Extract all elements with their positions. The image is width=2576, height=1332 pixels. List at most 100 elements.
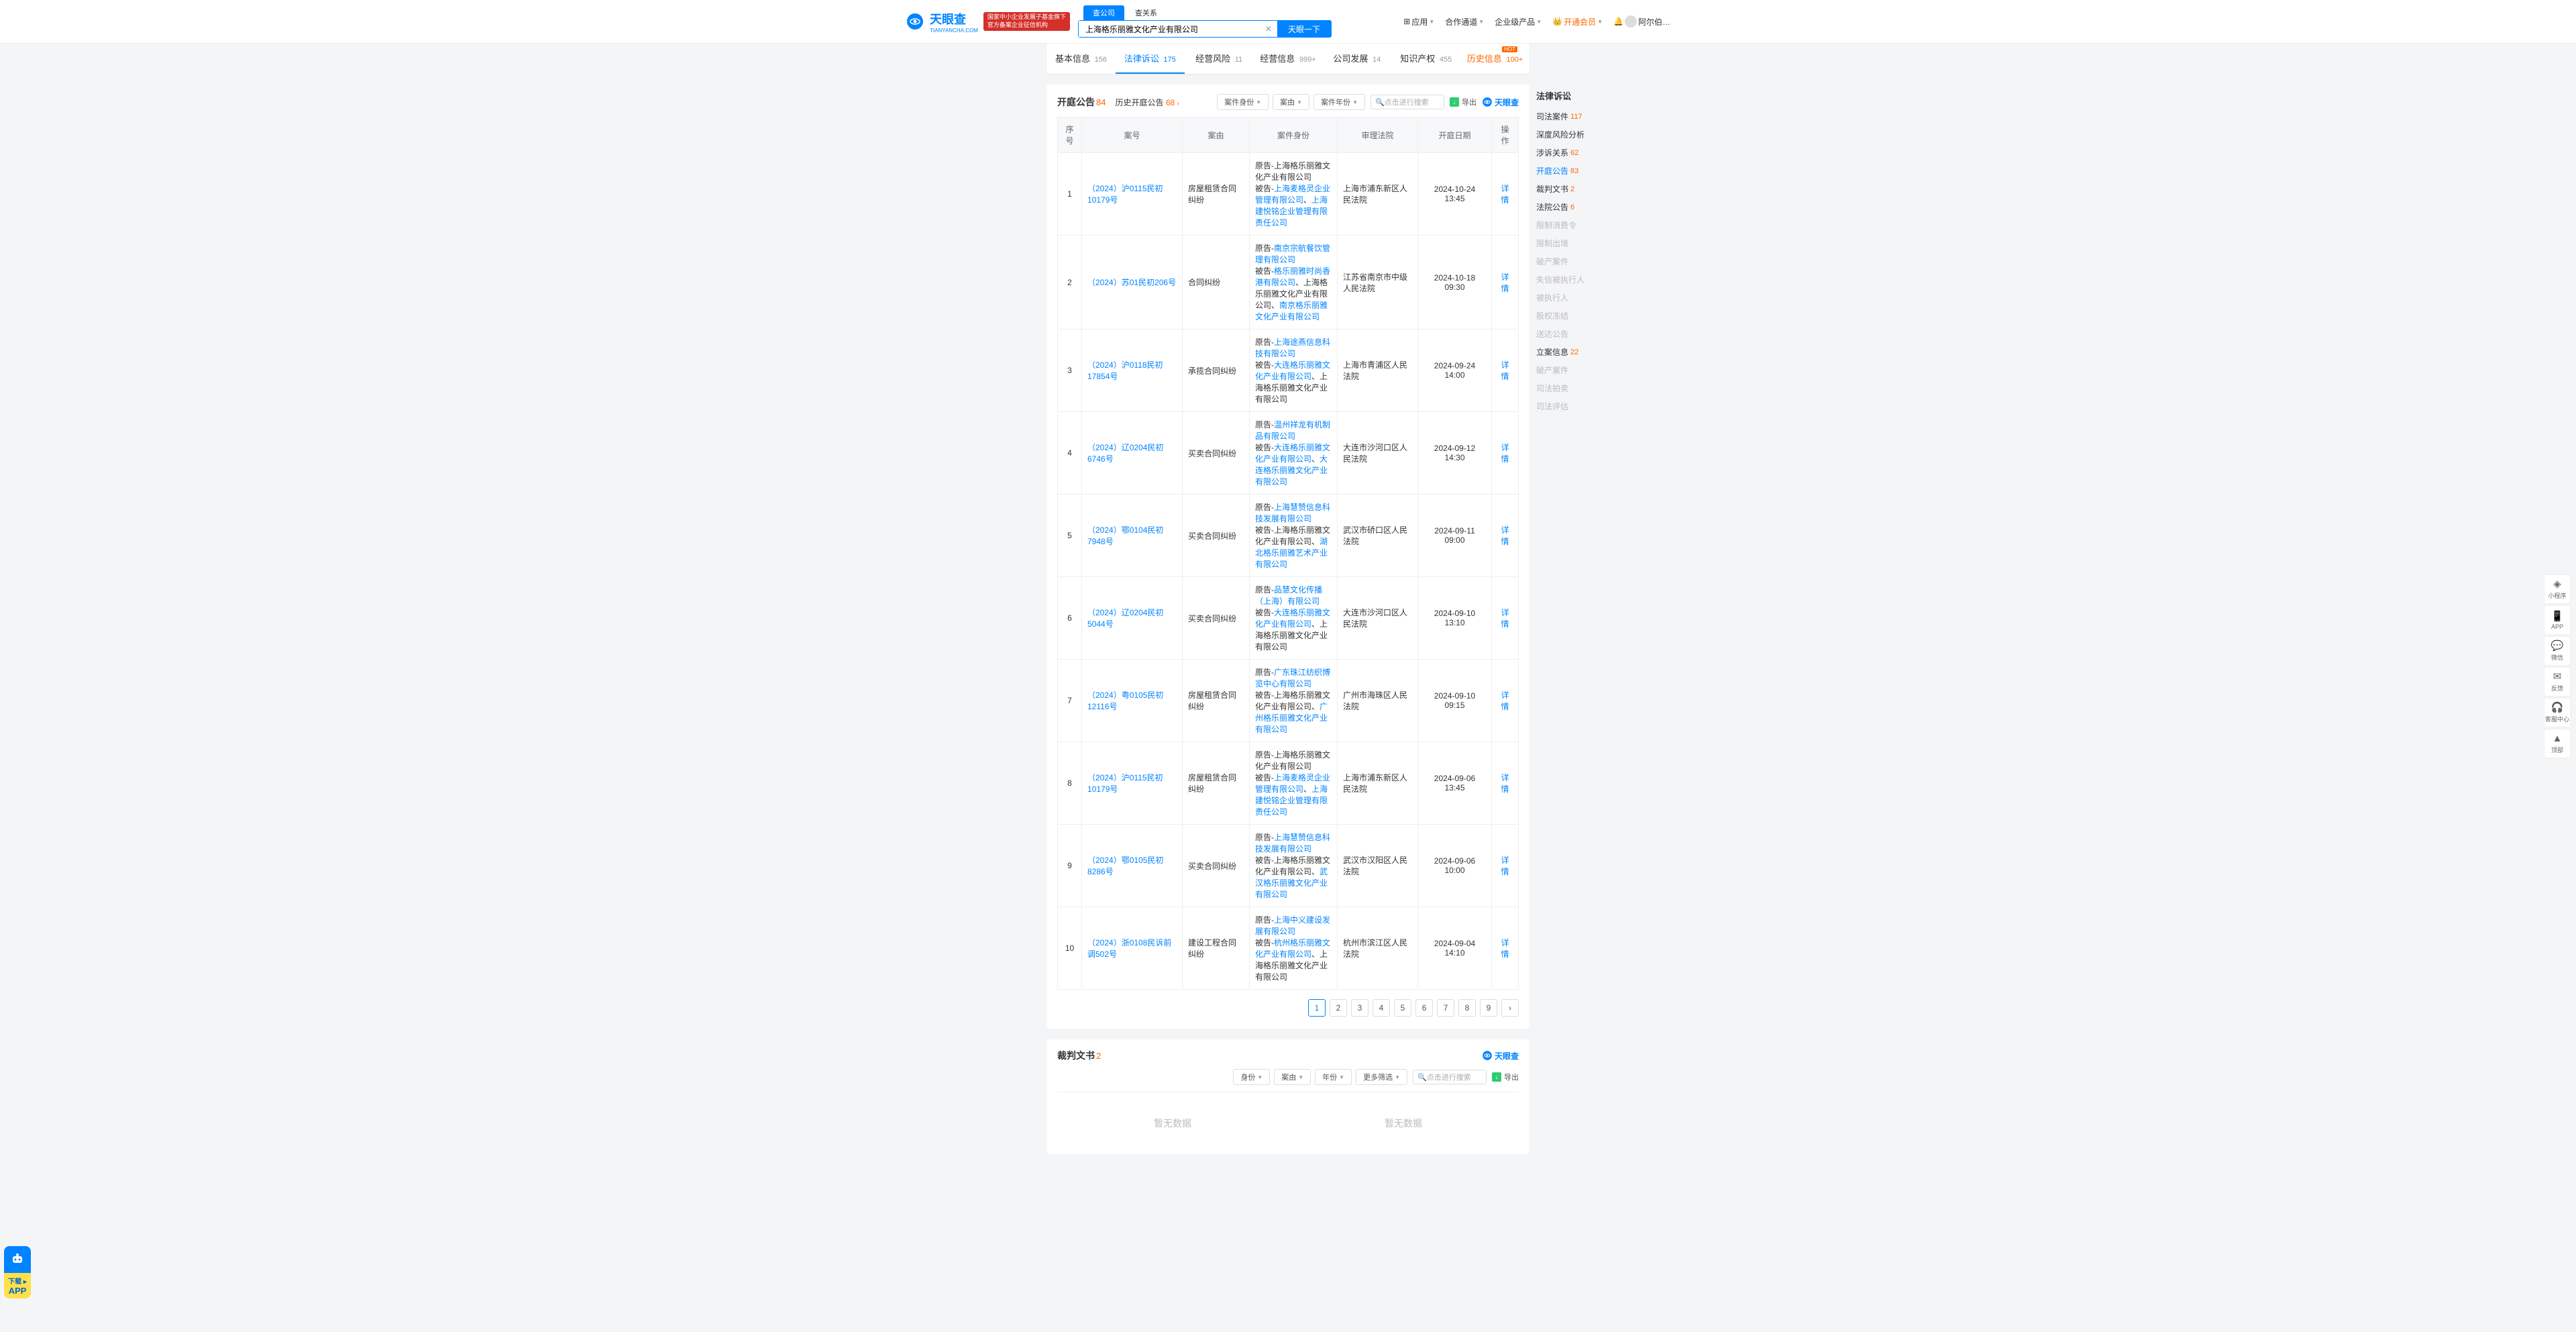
page-button[interactable]: 5: [1394, 999, 1411, 1017]
detail-link[interactable]: 详情: [1501, 856, 1509, 876]
app-download-float[interactable]: 下载 ▸ APP: [4, 1246, 31, 1298]
export-button[interactable]: ↓ 导出: [1492, 1072, 1519, 1082]
pagination: 123456789›: [1057, 990, 1519, 1029]
chevron-down-icon: ▼: [1597, 19, 1603, 25]
court-announcement-table: 序号案号案由案件身份审理法院开庭日期操作 1（2024）沪0115民初10179…: [1057, 117, 1519, 990]
logo-area: 天眼查 TIANYANCHA.COM 国家中小企业发展子基金旗下 官方备案企业征…: [906, 10, 1070, 34]
category-tab[interactable]: 基本信息 156: [1046, 44, 1116, 74]
filter-dropdown[interactable]: 案由 ▼: [1273, 94, 1309, 110]
case-number-link[interactable]: （2024）沪0115民初10179号: [1087, 184, 1163, 205]
sidebar-anchor-item[interactable]: 涉诉关系62: [1536, 144, 1623, 162]
filter-dropdown[interactable]: 更多筛选 ▼: [1356, 1069, 1407, 1085]
clear-icon[interactable]: ✕: [1260, 21, 1277, 37]
detail-link[interactable]: 详情: [1501, 690, 1509, 711]
bell-icon[interactable]: 🔔: [1613, 17, 1623, 26]
export-button[interactable]: ↓ 导出: [1450, 97, 1477, 107]
case-parties: 原告-上海中义建设发展有限公司被告-杭州格乐丽雅文化产业有限公司、上海格乐丽雅文…: [1250, 907, 1338, 990]
court-date: 2024-09-04 14:10: [1418, 907, 1492, 990]
filter-dropdown[interactable]: 案由 ▼: [1274, 1069, 1311, 1085]
case-number-link[interactable]: （2024）浙0108民诉前调502号: [1087, 938, 1171, 959]
sidebar-anchor-item[interactable]: 法院公告6: [1536, 198, 1623, 216]
case-number-link[interactable]: （2024）辽0204民初6746号: [1087, 443, 1163, 464]
sidebar-anchor-item[interactable]: 深度风险分析: [1536, 125, 1623, 144]
utility-button[interactable]: ◈小程序: [2544, 574, 2571, 604]
case-parties: 原告-南京宗航餐饮管理有限公司被告-格乐丽雅时尚香港有限公司、上海格乐丽雅文化产…: [1250, 236, 1338, 329]
search-tab[interactable]: 查关系: [1126, 5, 1167, 20]
table-search-input[interactable]: 🔍 点击进行搜索: [1371, 95, 1444, 109]
utility-button[interactable]: 📱APP: [2544, 605, 2571, 635]
detail-link[interactable]: 详情: [1501, 608, 1509, 629]
case-reason: 房屋租赁合同纠纷: [1183, 153, 1250, 236]
case-number-link[interactable]: （2024）辽0204民初5044号: [1087, 608, 1163, 629]
sidebar-anchor-item[interactable]: 司法案件117: [1536, 107, 1623, 125]
case-number-link[interactable]: （2024）苏01民初206号: [1087, 278, 1176, 287]
filter-dropdown[interactable]: 案件年份 ▼: [1313, 94, 1365, 110]
page-button[interactable]: 4: [1373, 999, 1390, 1017]
category-tab[interactable]: 知识产权 455: [1391, 44, 1460, 74]
download-label: 下载: [8, 1278, 21, 1286]
chevron-down-icon: ▼: [1297, 99, 1302, 105]
category-tab[interactable]: 法律诉讼 175: [1116, 44, 1185, 74]
category-tab[interactable]: 经营风险 11: [1185, 44, 1254, 74]
table-header: 操作: [1492, 117, 1519, 153]
filter-dropdown[interactable]: 年份 ▼: [1315, 1069, 1352, 1085]
case-number-link[interactable]: （2024）沪0115民初10179号: [1087, 773, 1163, 794]
search-tab[interactable]: 查公司: [1083, 5, 1124, 20]
detail-link[interactable]: 详情: [1501, 272, 1509, 293]
page-button[interactable]: 8: [1458, 999, 1476, 1017]
court-date: 2024-09-24 14:00: [1418, 329, 1492, 412]
header-nav-item[interactable]: 企业级产品 ▼: [1495, 16, 1542, 28]
header-nav: ⊞ 应用 ▼ 合作通道 ▼ 企业级产品 ▼ 👑 开通会员 ▼ 🔔 阿尔伯…: [1403, 15, 1670, 28]
detail-link[interactable]: 详情: [1501, 360, 1509, 381]
search-input[interactable]: [1079, 21, 1260, 37]
court-date: 2024-09-10 09:15: [1418, 660, 1492, 742]
detail-link[interactable]: 详情: [1501, 773, 1509, 794]
detail-link[interactable]: 详情: [1501, 443, 1509, 464]
sidebar-anchor-item[interactable]: 开庭公告83: [1536, 162, 1623, 180]
category-tab[interactable]: 历史信息 100+HOT: [1460, 44, 1529, 74]
utility-button[interactable]: ✉反馈: [2544, 667, 2571, 697]
court-name: 杭州市滨江区人民法院: [1338, 907, 1418, 990]
page-button[interactable]: 6: [1415, 999, 1433, 1017]
page-button[interactable]: 7: [1437, 999, 1454, 1017]
case-parties: 原告-上海格乐丽雅文化产业有限公司被告-上海麦格灵企业管理有限公司、上海建悦铭企…: [1250, 742, 1338, 825]
chevron-down-icon: ▼: [1536, 19, 1542, 25]
sidebar-anchor-item[interactable]: 立案信息22: [1536, 343, 1623, 361]
category-tab[interactable]: 公司发展 14: [1322, 44, 1391, 74]
header-nav-item[interactable]: ⊞ 应用 ▼: [1403, 16, 1434, 28]
header-nav-item[interactable]: 合作通道 ▼: [1445, 16, 1484, 28]
case-parties: 原告-上海途燕信息科技有限公司被告-大连格乐丽雅文化产业有限公司、上海格乐丽雅文…: [1250, 329, 1338, 412]
sidebar-anchor-item: 司法评估: [1536, 397, 1623, 415]
case-number-link[interactable]: （2024）粤0105民初12116号: [1087, 690, 1163, 711]
page-button[interactable]: 9: [1480, 999, 1497, 1017]
history-link[interactable]: 历史开庭公告 68 ›: [1115, 97, 1179, 108]
case-reason: 买卖合同纠纷: [1183, 412, 1250, 495]
filter-dropdown[interactable]: 案件身份 ▼: [1217, 94, 1269, 110]
utility-button[interactable]: ▲顶部: [2544, 729, 2571, 758]
export-icon: ↓: [1450, 97, 1459, 107]
chevron-down-icon: ▼: [1256, 99, 1261, 105]
next-page-button[interactable]: ›: [1501, 999, 1519, 1017]
case-parties: 原告-上海慧赞信息科技发展有限公司被告-上海格乐丽雅文化产业有限公司、湖北格乐丽…: [1250, 495, 1338, 577]
filter-dropdown[interactable]: 身份 ▼: [1233, 1069, 1270, 1085]
utility-button[interactable]: 🎧客服中心: [2544, 698, 2571, 727]
sidebar-anchor-item[interactable]: 裁判文书2: [1536, 180, 1623, 198]
court-date: 2024-09-06 13:45: [1418, 742, 1492, 825]
detail-link[interactable]: 详情: [1501, 525, 1509, 546]
page-button[interactable]: 1: [1308, 999, 1326, 1017]
search-button[interactable]: 天眼一下: [1277, 21, 1331, 37]
detail-link[interactable]: 详情: [1501, 184, 1509, 205]
utility-button[interactable]: 💬微信: [2544, 636, 2571, 666]
header-nav-item[interactable]: 👑 开通会员 ▼: [1552, 16, 1603, 28]
robot-icon: [4, 1246, 31, 1273]
page-button[interactable]: 2: [1330, 999, 1347, 1017]
page-button[interactable]: 3: [1351, 999, 1368, 1017]
case-number-link[interactable]: （2024）鄂0105民初8286号: [1087, 856, 1163, 876]
detail-link[interactable]: 详情: [1501, 938, 1509, 959]
category-tab[interactable]: 经营信息 999+: [1254, 44, 1323, 74]
case-number-link[interactable]: （2024）鄂0104民初7948号: [1087, 525, 1163, 546]
header-nav-item[interactable]: 🔔 阿尔伯…: [1613, 15, 1670, 28]
case-number-link[interactable]: （2024）沪0118民初17854号: [1087, 360, 1163, 381]
sidebar-anchor-item: 股权冻结: [1536, 307, 1623, 325]
table-search-input[interactable]: 🔍 点击进行搜索: [1413, 1070, 1487, 1084]
